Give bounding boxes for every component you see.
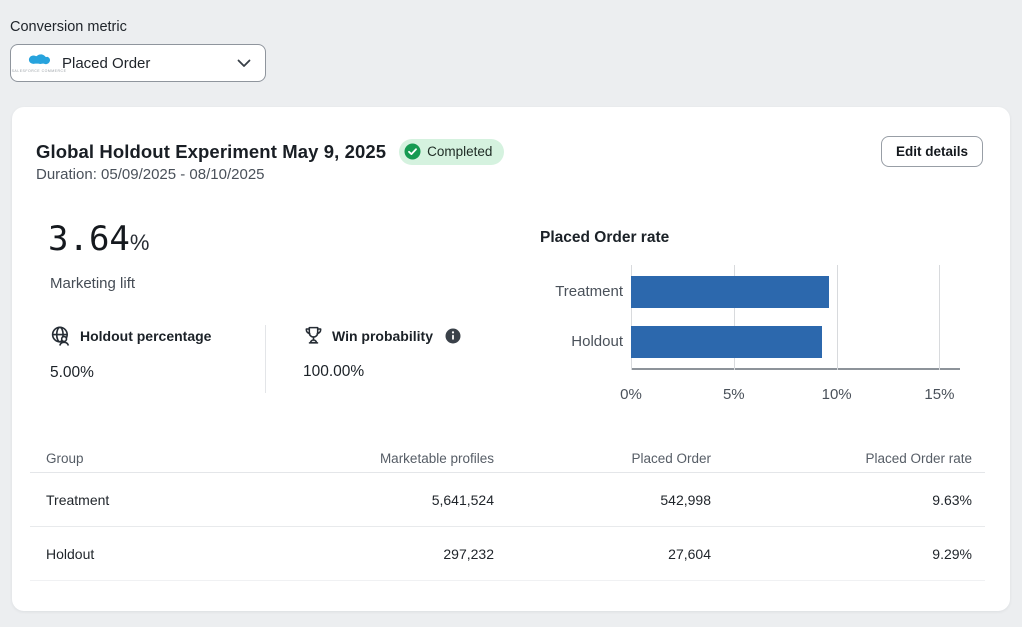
conversion-metric-label: Conversion metric <box>10 19 266 35</box>
conversion-metric-selected-value: Placed Order <box>62 55 237 72</box>
cell-marketable-profiles: 297,232 <box>230 546 494 562</box>
chevron-down-icon <box>237 59 251 68</box>
chart-xtick-label: 15% <box>924 386 954 403</box>
metrics-divider <box>265 325 266 393</box>
chart-xtick-label: 5% <box>723 386 745 403</box>
table-header-row: Group Marketable profiles Placed Order P… <box>30 445 985 473</box>
chart-xticks: 0%5%10%15% <box>631 386 960 406</box>
cell-marketable-profiles: 5,641,524 <box>230 492 494 508</box>
cell-placed-order-rate: 9.29% <box>711 546 985 562</box>
table-header-placed-order: Placed Order <box>494 451 711 466</box>
win-probability-metric: Win probability 100.00% <box>303 325 461 381</box>
cell-group: Holdout <box>30 546 230 562</box>
marketing-lift-label: Marketing lift <box>50 275 135 292</box>
holdout-percentage-label: Holdout percentage <box>80 328 211 344</box>
page-background: { "conversion_metric": { "label": "Conve… <box>0 0 1022 627</box>
info-icon[interactable] <box>445 328 461 344</box>
results-table: Group Marketable profiles Placed Order P… <box>30 445 985 581</box>
marketing-lift-value: 3.64% <box>48 219 149 259</box>
trophy-icon <box>303 325 324 346</box>
experiment-duration: Duration: 05/09/2025 - 08/10/2025 <box>36 166 265 183</box>
chart-bar-treatment <box>631 276 829 308</box>
chart-bar-holdout <box>631 326 822 358</box>
chart-title: Placed Order rate <box>540 229 669 247</box>
chart-category-label-treatment: Treatment <box>482 283 623 301</box>
conversion-metric-section: Conversion metric SALESFORCE COMMERCE Pl… <box>10 19 266 82</box>
win-probability-label: Win probability <box>332 328 433 344</box>
experiment-header: Global Holdout Experiment May 9, 2025 Co… <box>36 136 983 167</box>
table-header-group: Group <box>30 451 230 466</box>
table-row-treatment: Treatment 5,641,524 542,998 9.63% <box>30 473 985 527</box>
status-badge: Completed <box>399 139 504 165</box>
chart-xtick-label: 0% <box>620 386 642 403</box>
cell-placed-order: 542,998 <box>494 492 711 508</box>
chart-plot <box>631 265 960 370</box>
holdout-percentage-metric: Holdout percentage 5.00% <box>50 325 211 382</box>
check-circle-icon <box>404 143 421 160</box>
cell-group: Treatment <box>30 492 230 508</box>
table-header-placed-order-rate: Placed Order rate <box>711 451 985 466</box>
chart-gridline <box>837 265 838 370</box>
integration-cloud-icon: SALESFORCE COMMERCE <box>26 54 52 73</box>
holdout-audience-globe-icon <box>50 325 72 347</box>
chart-gridline <box>939 265 940 370</box>
holdout-percentage-value: 5.00% <box>50 364 211 382</box>
table-header-marketable-profiles: Marketable profiles <box>230 451 494 466</box>
experiment-title: Global Holdout Experiment May 9, 2025 <box>36 141 386 163</box>
experiment-card: Global Holdout Experiment May 9, 2025 Co… <box>12 107 1010 611</box>
cell-placed-order: 27,604 <box>494 546 711 562</box>
cell-placed-order-rate: 9.63% <box>711 492 985 508</box>
table-row-holdout: Holdout 297,232 27,604 9.29% <box>30 527 985 581</box>
win-probability-value: 100.00% <box>303 363 461 381</box>
chart-category-label-holdout: Holdout <box>482 333 623 351</box>
conversion-metric-dropdown[interactable]: SALESFORCE COMMERCE Placed Order <box>10 44 266 82</box>
integration-icon-caption: SALESFORCE COMMERCE <box>12 69 67 73</box>
edit-details-button[interactable]: Edit details <box>881 136 983 167</box>
chart-xtick-label: 10% <box>822 386 852 403</box>
status-badge-label: Completed <box>427 144 492 159</box>
